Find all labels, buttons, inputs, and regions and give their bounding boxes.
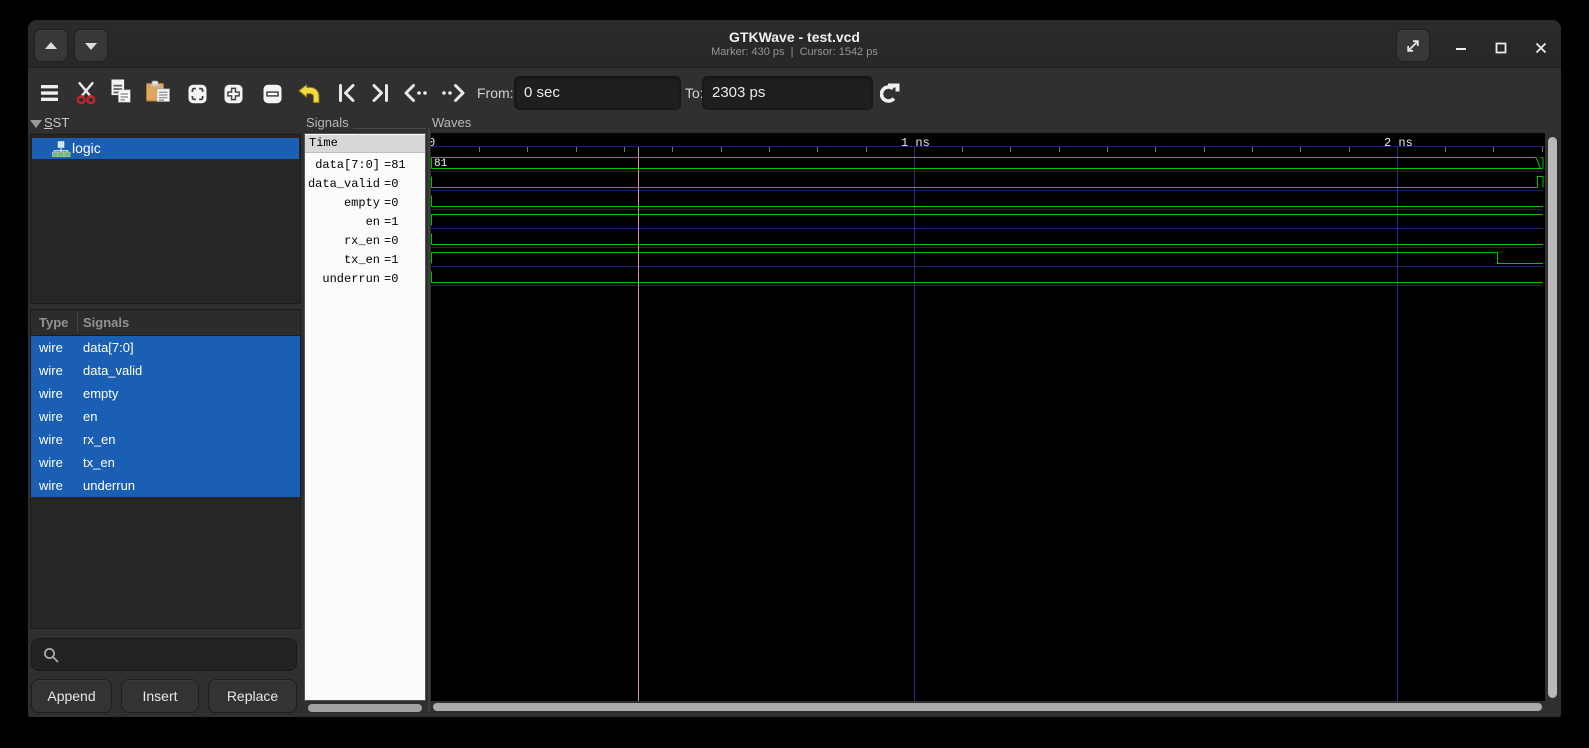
svg-text:81: 81 (434, 158, 448, 170)
svg-text:1 ns: 1 ns (901, 136, 930, 150)
svg-text:2 ns: 2 ns (1384, 136, 1413, 150)
svg-text:0: 0 (431, 136, 435, 150)
